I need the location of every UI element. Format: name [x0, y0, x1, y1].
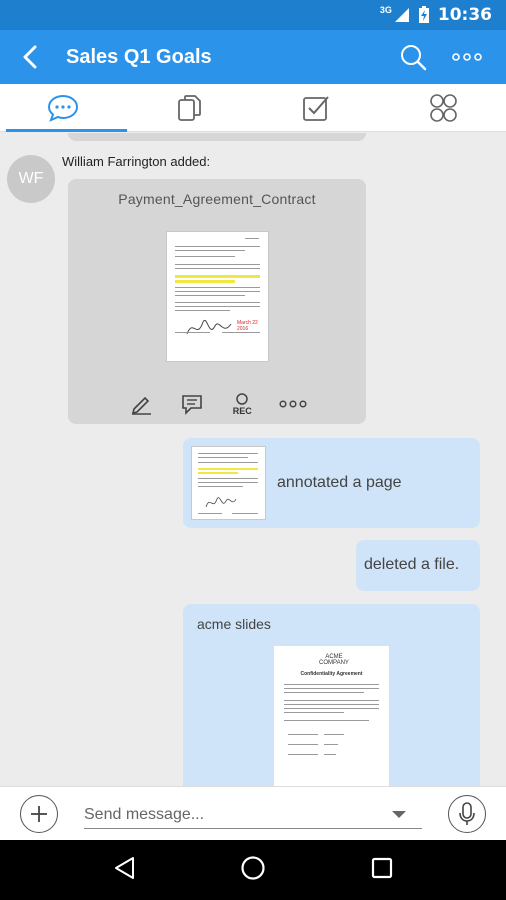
- tab-members[interactable]: [380, 84, 506, 131]
- annotated-page-thumbnail[interactable]: [191, 446, 266, 520]
- add-attachment-button[interactable]: [20, 795, 58, 833]
- record-label: REC: [232, 405, 252, 416]
- plus-icon: [31, 806, 47, 822]
- more-horizontal-icon: [279, 400, 307, 408]
- app-bar: Sales Q1 Goals: [0, 30, 506, 84]
- chat-bubble-icon: [48, 94, 79, 122]
- nav-home-button[interactable]: [240, 855, 266, 886]
- tab-bar: [0, 84, 506, 132]
- signature-scribble: [205, 497, 237, 508]
- sender-line: William Farrington added:: [62, 154, 211, 169]
- file-card[interactable]: Payment_Agreement_Contract March 22 2016: [68, 179, 366, 424]
- file-name: Payment_Agreement_Contract: [118, 191, 316, 207]
- deletion-text: deleted a file.: [364, 556, 460, 573]
- nav-recents-button[interactable]: [371, 857, 393, 884]
- circle-home-icon: [241, 855, 265, 880]
- search-icon: [401, 45, 427, 71]
- annotation-text: annotated a page: [277, 474, 402, 491]
- search-button[interactable]: [386, 30, 440, 84]
- pencil-icon: [132, 396, 152, 415]
- annotation-message[interactable]: annotated a page: [183, 438, 480, 528]
- message-composer: [0, 786, 506, 840]
- slides-thumbnail[interactable]: ACME COMPANY Confidentiality Agreement: [274, 646, 389, 786]
- signal-icon: [394, 8, 409, 22]
- checkbox-icon: [303, 95, 330, 121]
- signature-date: March 22 2016: [237, 320, 258, 332]
- files-icon: [177, 94, 201, 121]
- battery-icon: [418, 6, 429, 23]
- more-horizontal-icon: [452, 53, 482, 61]
- page-title: Sales Q1 Goals: [66, 45, 212, 68]
- chevron-down-icon[interactable]: [392, 811, 406, 818]
- slides-message[interactable]: acme slides ACME COMPANY Confidentiality…: [183, 604, 480, 786]
- tab-tasks[interactable]: [253, 84, 380, 131]
- document-thumbnail[interactable]: March 22 2016: [166, 231, 269, 362]
- annotate-button[interactable]: [126, 389, 156, 419]
- acme-logo: ACME COMPANY: [319, 654, 349, 666]
- microphone-icon: [459, 802, 475, 825]
- deletion-message[interactable]: deleted a file.: [356, 540, 480, 591]
- tab-chat[interactable]: [0, 84, 127, 132]
- previous-message-bubble: [68, 133, 366, 141]
- message-feed[interactable]: WF William Farrington added: Payment_Agr…: [0, 133, 506, 786]
- signature-scribble: [186, 319, 232, 335]
- more-options-button[interactable]: [440, 30, 494, 84]
- triangle-back-icon: [114, 856, 134, 879]
- square-recents-icon: [372, 857, 393, 878]
- tab-files[interactable]: [127, 84, 254, 131]
- comment-button[interactable]: [177, 389, 207, 419]
- back-arrow-icon: [23, 45, 37, 69]
- document-heading: Confidentiality Agreement: [300, 671, 363, 677]
- nav-back-button[interactable]: [113, 856, 135, 885]
- more-file-actions-button[interactable]: [278, 389, 308, 419]
- record-button[interactable]: REC: [227, 389, 257, 419]
- clock: 10:36: [437, 5, 492, 25]
- network-type: 3G: [379, 5, 392, 15]
- members-icon: [429, 93, 457, 122]
- avatar[interactable]: WF: [7, 155, 55, 203]
- voice-input-button[interactable]: [448, 795, 486, 833]
- message-input[interactable]: [84, 801, 422, 829]
- back-button[interactable]: [0, 30, 60, 84]
- system-navigation-bar: [0, 840, 506, 900]
- comment-icon: [181, 395, 202, 415]
- file-actions: REC: [68, 389, 366, 419]
- slides-title: acme slides: [197, 616, 271, 632]
- record-icon: [236, 392, 248, 405]
- status-bar: 3G 10:36: [0, 0, 506, 30]
